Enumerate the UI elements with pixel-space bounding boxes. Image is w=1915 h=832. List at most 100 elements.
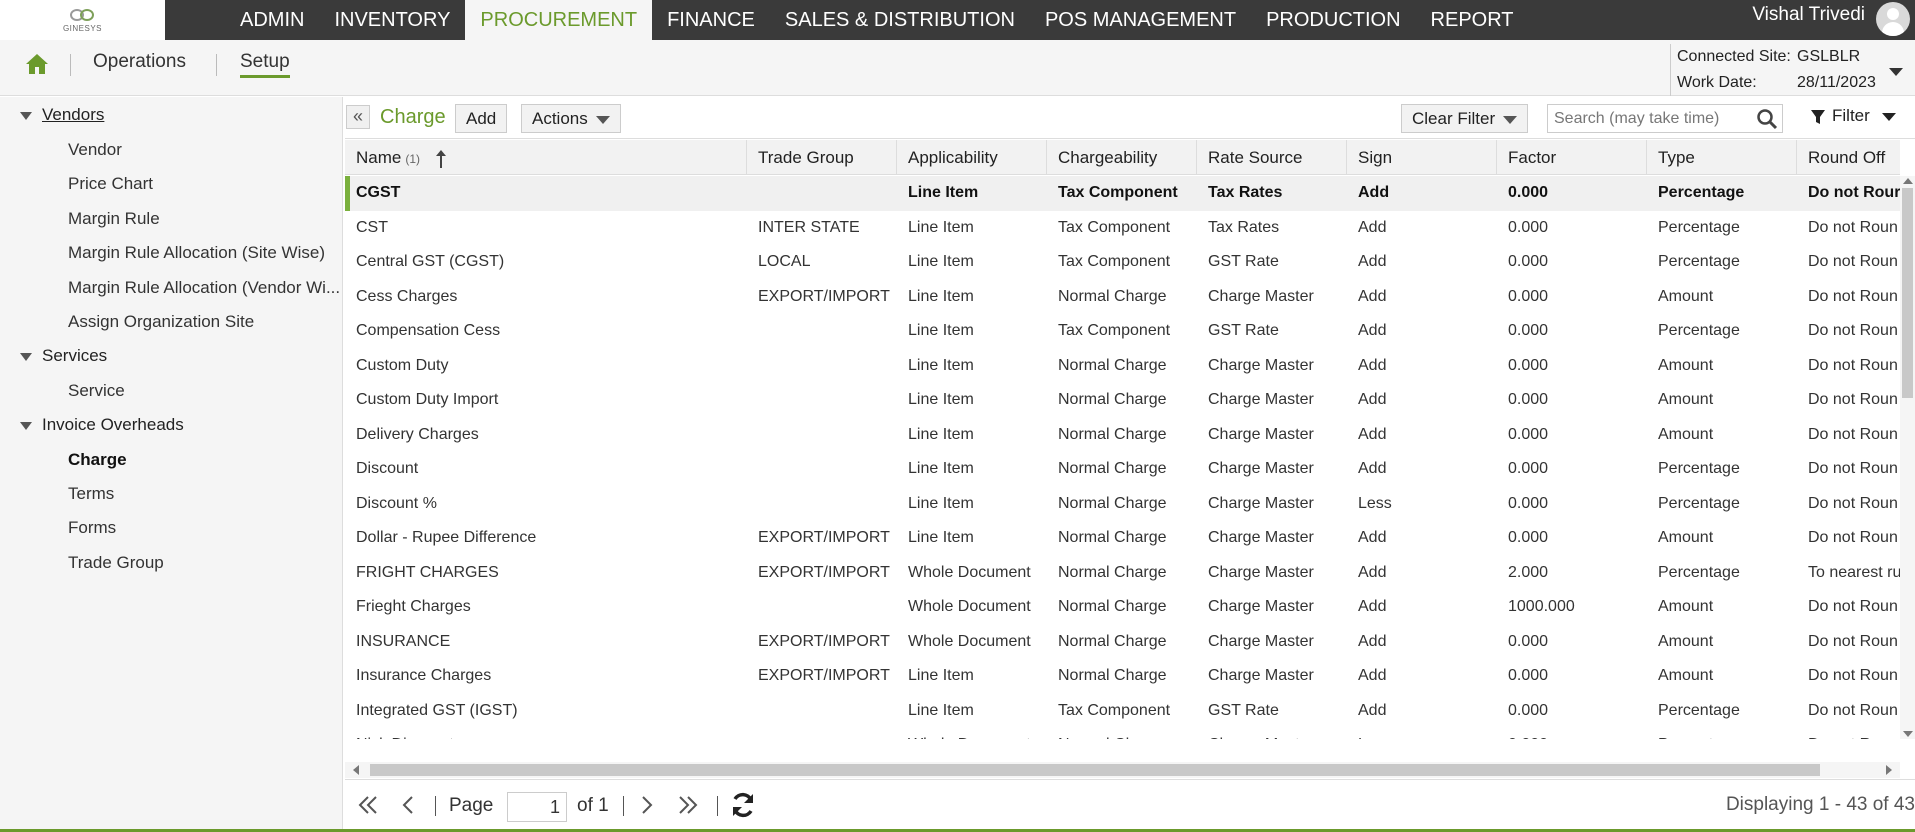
user-name[interactable]: Vishal Trivedi	[1752, 0, 1865, 32]
last-page-icon[interactable]	[677, 794, 699, 816]
table-row[interactable]: Cess Charges EXPORT/IMPORT Line Item Normal…	[345, 280, 1900, 315]
nav-sales-distribution[interactable]: SALES & DISTRIBUTION	[770, 0, 1030, 40]
sidebar-item-trade-group[interactable]: Trade Group	[68, 553, 164, 573]
cell-type: Percentage	[1658, 184, 1745, 201]
sidebar-item-charge[interactable]: Charge	[68, 450, 127, 470]
sidebar-item-margin-rule-allocation-site[interactable]: Margin Rule Allocation (Site Wise)	[68, 243, 325, 263]
column-header-round-off[interactable]: Round Off	[1797, 140, 1900, 175]
scroll-down-icon[interactable]	[1903, 731, 1913, 737]
cell-rate-source: Tax Rates	[1208, 218, 1280, 236]
table-row[interactable]: Delivery Charges Line Item Normal Charge Ch…	[345, 418, 1900, 453]
cell-rate-source: Charge Master	[1208, 529, 1314, 546]
sidebar-item-service[interactable]: Service	[68, 381, 125, 401]
cell-chargeability: Normal Charge	[1058, 598, 1167, 615]
sidebar-item-terms[interactable]: Terms	[68, 484, 114, 504]
displaying-count: Displaying 1 - 43 of 43	[1725, 794, 1915, 815]
table-row[interactable]: Central GST (CGST) LOCAL Line Item Tax Comp…	[345, 245, 1900, 280]
sidebar-item-vendor[interactable]: Vendor	[68, 140, 122, 160]
cell-name: Cess Charges	[356, 287, 458, 305]
cell-applicability: Whole Document	[897, 728, 1047, 739]
tab-operations[interactable]: Operations	[93, 51, 186, 73]
table-row[interactable]: Discount Line Item Normal Charge Charge Mas…	[345, 452, 1900, 487]
next-page-icon[interactable]	[637, 794, 655, 816]
page-number-input[interactable]	[507, 792, 567, 822]
table-row[interactable]: Custom Duty Import Line Item Normal Charge…	[345, 383, 1900, 418]
scroll-left-icon[interactable]	[353, 765, 359, 775]
cell-applicability: Line Item	[908, 253, 974, 270]
table-row[interactable]: Discount % Line Item Normal Charge Charge M…	[345, 487, 1900, 522]
table-row[interactable]: Dollar - Rupee Difference EXPORT/IMPORT Li…	[345, 521, 1900, 556]
table-row[interactable]: Frieght Charges Whole Document Normal Char…	[345, 590, 1900, 625]
table-row[interactable]: CGST Line Item Tax Component Tax Rates Add 0.…	[345, 176, 1900, 211]
sidebar-item-forms[interactable]: Forms	[68, 518, 116, 538]
column-header-type[interactable]: Type	[1647, 140, 1797, 175]
clear-filter-button[interactable]: Clear Filter	[1401, 104, 1529, 133]
column-header-name[interactable]: Name (1)	[345, 140, 747, 175]
cell-sign: Add	[1358, 632, 1387, 650]
cell-applicability: Whole Document	[908, 563, 1031, 581]
cell-type: Percentage	[1658, 701, 1740, 719]
table-row[interactable]: Custom Duty Line Item Normal Charge Charge …	[345, 349, 1900, 384]
previous-page-icon[interactable]	[400, 794, 418, 816]
horizontal-scrollbar[interactable]	[345, 762, 1900, 778]
column-header-applicability[interactable]: Applicability	[897, 140, 1047, 175]
cell-trade-group: LOCAL	[758, 253, 811, 270]
cell-name: Discount %	[356, 494, 437, 512]
actions-dropdown[interactable]: Actions	[521, 104, 621, 133]
chevron-down-icon[interactable]	[1889, 68, 1903, 76]
first-page-icon[interactable]	[357, 794, 379, 816]
sidebar-group-services[interactable]: Services	[20, 346, 107, 366]
sidebar-item-assign-organization-site[interactable]: Assign Organization Site	[68, 312, 254, 332]
table-row[interactable]: FRIGHT CHARGES EXPORT/IMPORT Whole Documen…	[345, 556, 1900, 591]
table-row[interactable]: Nick Discount Whole DocumentNormal Charge…	[345, 728, 1900, 739]
column-header-chargeability[interactable]: Chargeability	[1047, 140, 1197, 175]
column-header-rate-source[interactable]: Rate Source	[1197, 140, 1347, 175]
sidebar-group-vendors[interactable]: Vendors	[20, 105, 104, 125]
scroll-thumb[interactable]	[370, 764, 1820, 776]
cell-factor: 0.000	[1497, 728, 1647, 739]
table-row[interactable]: Insurance Charges EXPORT/IMPORT Line Item N…	[345, 659, 1900, 694]
scroll-right-icon[interactable]	[1886, 765, 1892, 775]
column-header-trade-group[interactable]: Trade Group	[747, 140, 897, 175]
nav-finance[interactable]: FINANCE	[652, 0, 770, 40]
nav-admin[interactable]: ADMIN	[225, 0, 319, 40]
table-row[interactable]: Integrated GST (IGST) Line Item Tax Compon…	[345, 694, 1900, 729]
page-title: Charge	[380, 106, 446, 128]
cell-factor: 0.000	[1508, 322, 1549, 339]
sidebar-item-margin-rule[interactable]: Margin Rule	[68, 209, 160, 229]
sidebar-item-margin-rule-allocation-vendor[interactable]: Margin Rule Allocation (Vendor Wi...	[68, 278, 340, 298]
sidebar-item-price-chart[interactable]: Price Chart	[68, 174, 153, 194]
nav-pos-management[interactable]: POS MANAGEMENT	[1030, 0, 1251, 40]
site-info-panel[interactable]: Connected Site: GSLBLR Work Date: 28/11/…	[1670, 44, 1915, 96]
search-icon[interactable]	[1756, 108, 1778, 130]
cell-factor: 0.000	[1508, 184, 1549, 201]
vertical-scrollbar[interactable]	[1900, 176, 1915, 739]
add-button[interactable]: Add	[455, 104, 508, 133]
cell-type: Percentage	[1658, 563, 1740, 581]
sidebar-group-invoice-overheads[interactable]: Invoice Overheads	[20, 415, 184, 435]
nav-production[interactable]: PRODUCTION	[1251, 0, 1415, 40]
table-row[interactable]: INSURANCE EXPORT/IMPORT Whole Document Norm…	[345, 625, 1900, 660]
scroll-up-icon[interactable]	[1903, 178, 1913, 184]
cell-factor: 0.000	[1508, 460, 1549, 477]
nav-inventory[interactable]: INVENTORY	[319, 0, 465, 40]
cell-sign: Add	[1358, 460, 1387, 477]
table-row[interactable]: Compensation Cess Line Item Tax Component G…	[345, 314, 1900, 349]
avatar-icon[interactable]	[1876, 2, 1910, 36]
cell-rate-source: Charge Master	[1197, 728, 1347, 739]
column-header-sign[interactable]: Sign	[1347, 140, 1497, 175]
search-input[interactable]	[1548, 105, 1748, 132]
filter-button[interactable]: Filter	[1810, 106, 1896, 126]
home-icon[interactable]	[24, 52, 50, 76]
cell-round-off: Do not Roun	[1808, 425, 1898, 443]
collapse-sidebar-icon[interactable]: «	[346, 105, 370, 129]
nav-procurement[interactable]: PROCUREMENT	[465, 0, 653, 40]
scroll-thumb[interactable]	[1902, 188, 1913, 398]
cell-trade-group: EXPORT/IMPORT	[758, 632, 890, 650]
tab-setup[interactable]: Setup	[240, 51, 290, 78]
app-logo[interactable]: GINESYS	[0, 0, 165, 40]
refresh-icon[interactable]	[729, 791, 757, 819]
column-header-factor[interactable]: Factor	[1497, 140, 1647, 175]
nav-report[interactable]: REPORT	[1416, 0, 1529, 40]
table-row[interactable]: CST INTER STATE Line Item Tax Component Tax …	[345, 211, 1900, 246]
